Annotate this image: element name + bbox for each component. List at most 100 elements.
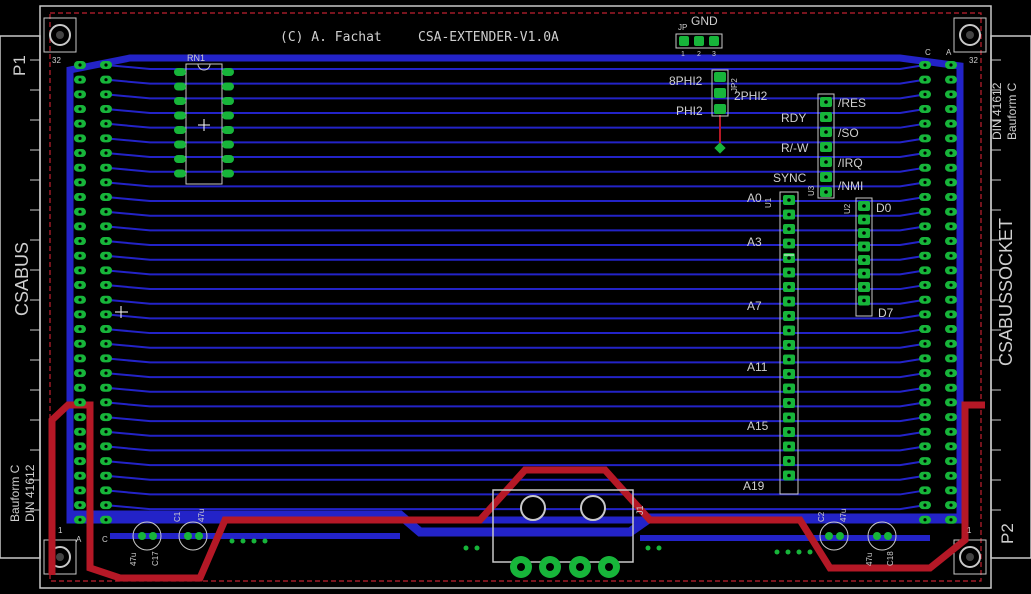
p1-pad-row-c-drill [104, 518, 108, 522]
u1-pad-drill [787, 328, 791, 333]
ctrl-so-label: /SO [838, 126, 859, 140]
p2-pad-row-a-drill [949, 63, 953, 67]
p1-pad-row-c-drill [104, 371, 108, 375]
p1-pad-row-a-drill [78, 430, 82, 434]
p1-pad-row-a-drill [78, 78, 82, 82]
p1-pad-row-a-drill [78, 283, 82, 287]
bus-trace [105, 225, 926, 232]
pcb-board [0, 5, 1031, 589]
p1-pad-row-c-drill [104, 415, 108, 419]
bus-trace [105, 460, 926, 467]
rn1-pad [174, 68, 186, 76]
p1-pad-row-c-drill [104, 268, 108, 272]
ctrl-res-label: /RES [838, 96, 867, 110]
p1-form-label: Bauform C [8, 464, 22, 522]
p2-pad-row-a-drill [949, 166, 953, 170]
bus-trace [105, 504, 926, 511]
ctrl-nmi-label: /NMI [838, 179, 864, 193]
p2-pad-row-c-drill [923, 415, 927, 419]
rn1-label: RN1 [187, 53, 206, 63]
u3-pad-drill [824, 160, 828, 164]
u1-label: U1 [764, 197, 773, 208]
p1-pad-row-c-drill [104, 122, 108, 126]
p1-pad-row-c-drill [104, 210, 108, 214]
p2-pad-row-a-drill [949, 488, 953, 493]
rn1-pad [174, 169, 186, 178]
u2-pad-drill [862, 298, 866, 303]
rn1-pad [174, 97, 186, 105]
p1-pad-row-a-drill [78, 268, 82, 272]
rn1-pad [222, 155, 234, 163]
u1-pad-drill [787, 227, 791, 231]
p1-pad-row-a-drill [78, 444, 82, 449]
bus-trace [105, 357, 926, 364]
ctrl-rdy-label: RDY [781, 111, 807, 125]
p2-pad-row-c-drill [923, 298, 927, 302]
p1-pad-row-c-drill [104, 459, 108, 463]
u1-pad-drill [787, 198, 791, 202]
p1-pad-row-a-drill [78, 342, 82, 346]
u2-pad-drill [862, 204, 866, 208]
u1-pad-drill [787, 459, 791, 463]
data-d0-label: D0 [876, 201, 892, 215]
bus-trace [105, 210, 926, 217]
p2-pad-row-c-drill [923, 180, 927, 184]
p2-pad-row-c-drill [923, 474, 927, 478]
p1-pin-32: 32 [52, 56, 61, 65]
jp-label: JP [678, 23, 688, 32]
p1-pad-row-c-drill [104, 327, 108, 331]
p1-pad-row-c-drill [104, 78, 108, 82]
rn1-pad [222, 82, 234, 91]
p1-pad-row-a-drill [78, 107, 82, 111]
bus-trace [105, 328, 926, 335]
rn1-pad [174, 155, 186, 163]
j1-label: J1 [635, 505, 645, 515]
p1-pad-row-a-drill [78, 518, 82, 522]
p2-row-c: C [925, 48, 931, 57]
p2-pad-row-c-drill [923, 224, 927, 228]
c1-value: 47u [197, 508, 206, 522]
p1-pad-row-c-drill [104, 166, 108, 170]
u2-pad-drill [862, 231, 866, 235]
p2-pad-row-c-drill [923, 151, 927, 155]
p2-row-a: A [946, 48, 952, 57]
p1-pad-row-a-drill [78, 415, 82, 419]
p2-pad-row-a-drill [949, 371, 953, 375]
rn1-pad [222, 169, 234, 178]
p2-pad-row-a-drill [949, 400, 953, 405]
bus-trace [105, 372, 926, 379]
bus-trace [105, 313, 926, 320]
origin-marks [115, 254, 794, 318]
u1-pad-drill [787, 415, 791, 420]
gnd-jumper [675, 33, 723, 49]
p1-pad-row-c-drill [104, 430, 108, 434]
u1-pad-drill [787, 444, 791, 449]
p1-pad-row-a-drill [78, 459, 82, 463]
p2-pad-row-c-drill [923, 92, 927, 96]
p2-pad-row-a-drill [949, 180, 953, 184]
u2-pad-drill [862, 258, 866, 262]
clock-8phi2-label: 8PHI2 [669, 74, 703, 88]
p1-pad-row-c-drill [104, 312, 108, 316]
p2-pad-row-c-drill [923, 195, 927, 199]
jp-pin-2: 2 [697, 51, 701, 58]
rn1-resistor-network [185, 63, 223, 185]
p2-pad-row-c-drill [923, 166, 927, 170]
gnd-label: GND [691, 14, 718, 28]
p1-pad-row-c-drill [104, 474, 108, 478]
rn1-pad [222, 126, 234, 134]
p2-pad-row-a-drill [949, 78, 953, 82]
p1-pad-row-a-drill [78, 166, 82, 170]
p1-pad-row-a-drill [78, 210, 82, 214]
p2-name: P2 [998, 523, 1017, 544]
u2-pad-drill [862, 285, 866, 289]
p1-pad-row-a-drill [78, 474, 82, 478]
bus-trace [105, 430, 926, 437]
p1-pad-row-a-drill [78, 195, 82, 199]
rn1-pad [174, 126, 186, 134]
p1-pad-row-a-drill [78, 356, 82, 360]
c17-label: C17 [151, 551, 160, 566]
data-d7-label: D7 [878, 306, 894, 320]
p1-pad-row-a-drill [78, 151, 82, 155]
p1-standard-label: DIN 41612 [23, 464, 37, 522]
